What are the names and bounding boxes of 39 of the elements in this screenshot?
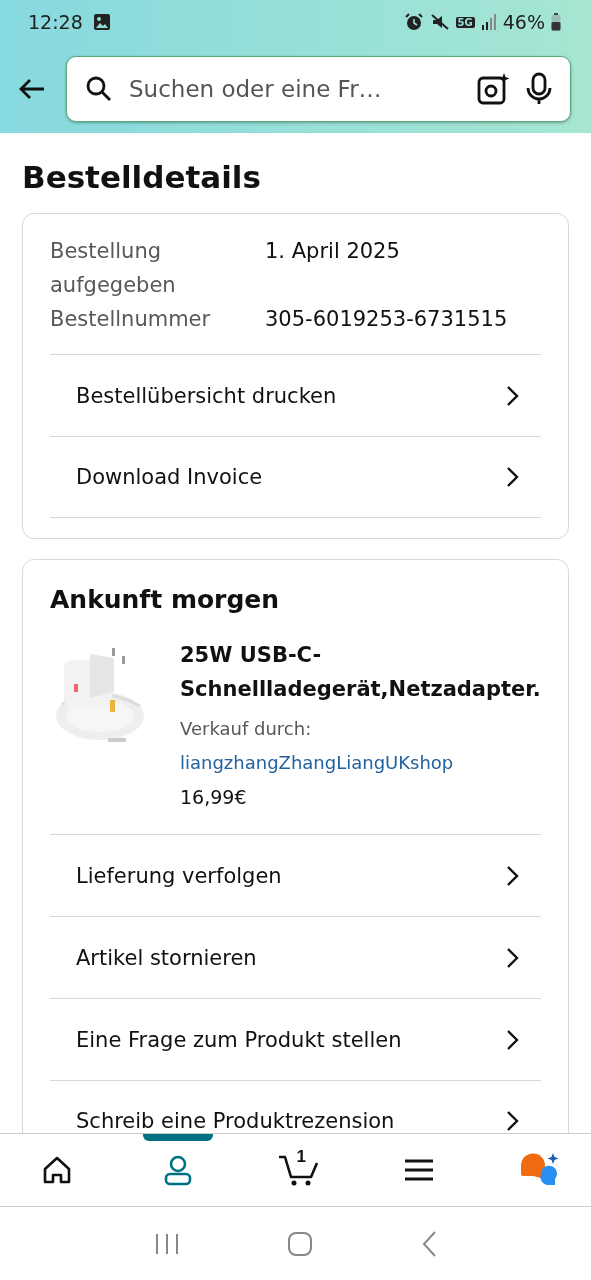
page-title: Bestelldetails (22, 158, 262, 197)
search-field[interactable]: Suchen oder eine Fr… (66, 56, 571, 122)
info-label: Bestellung aufgegeben (50, 238, 177, 299)
recent-apps-icon[interactable] (153, 1231, 180, 1256)
action-row[interactable]: Bestellübersicht drucken (50, 354, 541, 436)
menu-icon (404, 1158, 435, 1182)
muted-icon (429, 12, 450, 32)
price: 16,99€ (180, 785, 248, 810)
action-row[interactable]: Eine Frage zum Produkt stellen (50, 998, 541, 1080)
status-time: 12:28 (28, 11, 83, 33)
chevron-right-icon (505, 466, 519, 488)
microphone-icon[interactable] (524, 72, 554, 106)
seller-link[interactable]: liangzhangZhangLiangUKshop (180, 746, 541, 780)
chevron-right-icon (505, 946, 519, 969)
signal-icon (480, 13, 497, 31)
delivery-heading: Ankunft morgen (50, 584, 281, 616)
camera-icon[interactable] (476, 72, 510, 106)
action-row[interactable]: Download Invoice (50, 436, 541, 518)
network-indicator: 5G (455, 16, 475, 28)
home-button-icon[interactable] (286, 1230, 313, 1257)
chevron-right-icon (505, 1110, 519, 1132)
search-icon (85, 75, 113, 103)
product-title[interactable]: 25W USB-C-Schnellladegerät,Netzadapter. (180, 638, 541, 706)
seller-label: Verkauf durch: (180, 717, 313, 741)
info-value: 1. April 2025 (265, 238, 401, 265)
action-row[interactable]: Lieferung verfolgen (50, 834, 541, 916)
chevron-right-icon (505, 1028, 519, 1051)
home-icon (42, 1155, 72, 1185)
alarm-icon (403, 12, 424, 32)
chevron-right-icon (505, 864, 519, 887)
info-value: 305-6019253-6731515 (265, 306, 509, 333)
action-row[interactable]: Artikel stornieren (50, 916, 541, 998)
chat-bubbles-icon (519, 1152, 561, 1188)
info-label: Bestellnummer (50, 306, 212, 333)
search-input[interactable]: Suchen oder eine Fr… (127, 75, 462, 103)
battery-icon (551, 13, 561, 31)
image-icon (92, 13, 111, 31)
chevron-right-icon (505, 384, 519, 407)
battery-percent: 46% (502, 11, 545, 33)
